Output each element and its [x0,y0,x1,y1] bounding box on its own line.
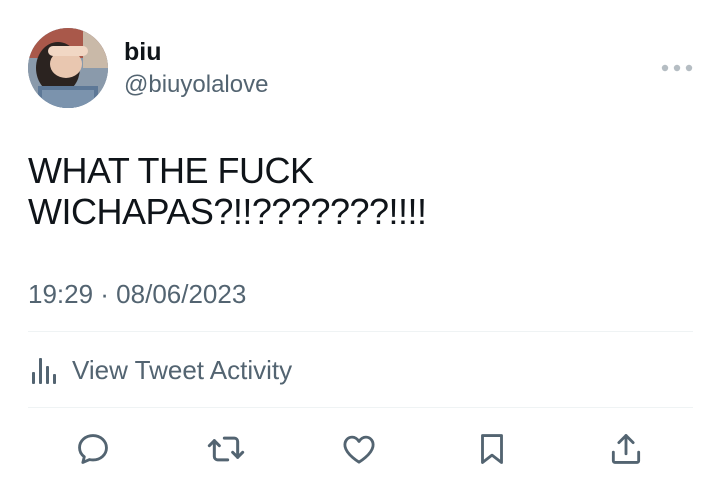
bar-chart-icon [32,358,56,384]
display-name[interactable]: biu [124,36,162,68]
view-tweet-activity-button[interactable]: View Tweet Activity [28,346,292,394]
avatar-photo [28,28,108,108]
tweet-timestamp[interactable]: 19:29 · 08/06/2023 [28,278,246,310]
avatar[interactable] [28,28,108,108]
tweet-card: biu @biuyolalove WHAT THE FUCK WICHAPAS?… [0,0,720,487]
heart-icon [343,435,375,464]
more-dots-icon [661,64,693,72]
more-options-button[interactable] [656,54,698,82]
share-button[interactable] [604,427,648,471]
retweet-button[interactable] [204,427,248,471]
divider-bottom [28,407,693,408]
like-button[interactable] [337,427,381,471]
comment-icon [78,434,108,464]
user-handle[interactable]: @biuyolalove [124,69,268,101]
view-tweet-activity-label: View Tweet Activity [72,354,293,385]
divider-top [28,331,693,332]
bookmark-button[interactable] [470,427,514,471]
reply-button[interactable] [71,427,115,471]
bookmark-icon [481,434,503,464]
retweet-icon [207,436,245,462]
share-icon [611,434,641,464]
tweet-text: WHAT THE FUCK WICHAPAS?!!???????!!!! [28,150,427,232]
